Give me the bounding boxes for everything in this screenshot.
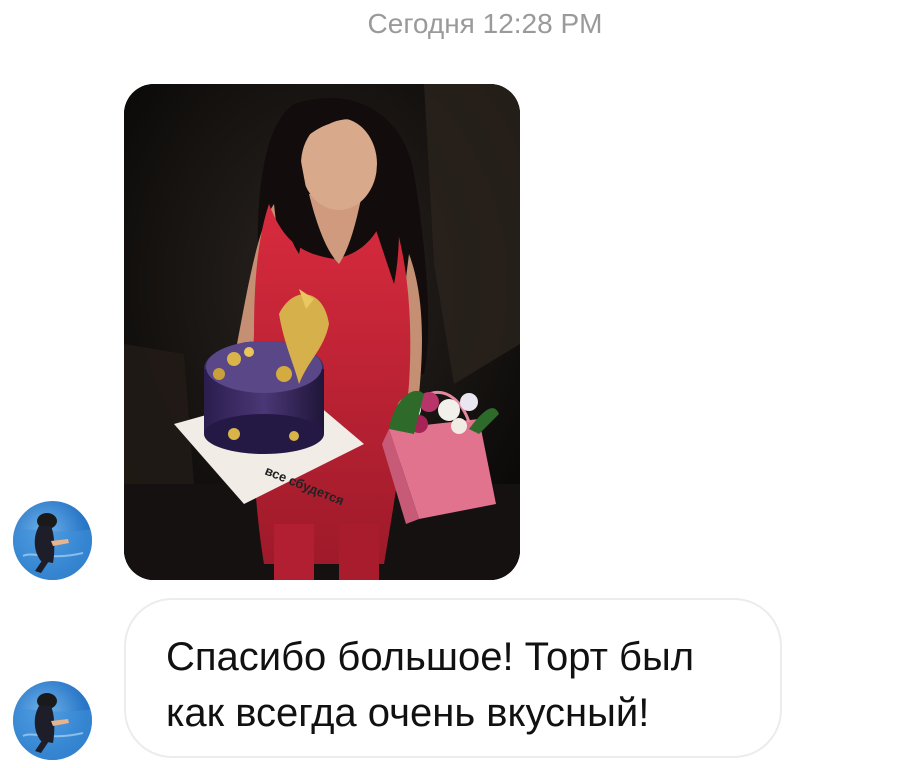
message-timestamp: Сегодня 12:28 PM: [367, 8, 603, 39]
avatar-icon: [13, 693, 92, 760]
message-line-1: Спасибо большое! Торт был: [166, 635, 695, 679]
message-line-2: как всегда очень вкусный!: [166, 691, 650, 735]
sender-avatar-2[interactable]: [13, 681, 92, 760]
avatar-icon: [13, 513, 92, 580]
text-message-bubble[interactable]: Спасибо большое! Торт был как всегда оче…: [124, 598, 782, 758]
photo-image: все сбудется: [124, 84, 520, 580]
photo-message[interactable]: все сбудется: [124, 84, 520, 580]
sender-avatar[interactable]: [13, 501, 92, 580]
